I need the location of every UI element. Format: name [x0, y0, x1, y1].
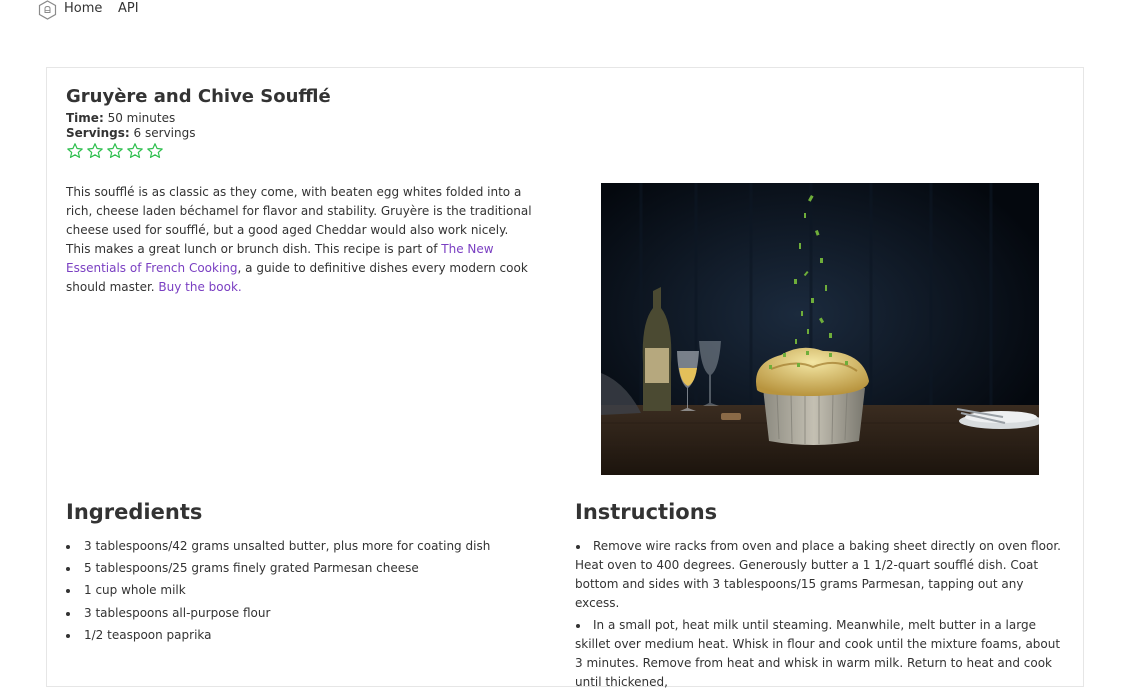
- servings-label: Servings:: [66, 126, 130, 140]
- buy-book-link[interactable]: Buy the book.: [158, 280, 241, 294]
- star-5-icon[interactable]: [146, 142, 164, 160]
- servings-value: 6 servings: [133, 126, 196, 140]
- ingredients-list: 3 tablespoons/42 grams unsalted butter, …: [66, 537, 536, 648]
- recipe-photo: [601, 183, 1039, 475]
- instruction-step: Remove wire racks from oven and place a …: [575, 537, 1070, 613]
- time-label: Time:: [66, 111, 104, 125]
- recipe-description: This soufflé is as classic as they come,…: [66, 183, 536, 297]
- star-4-icon[interactable]: [126, 142, 144, 160]
- recipe-time: Time: 50 minutes: [66, 111, 175, 126]
- star-rating: [66, 142, 164, 160]
- list-item: 1 cup whole milk: [66, 581, 536, 603]
- star-3-icon[interactable]: [106, 142, 124, 160]
- chef-hat-logo-icon[interactable]: [38, 0, 57, 20]
- recipe-title: Gruyère and Chive Soufflé: [66, 86, 331, 107]
- instructions-heading: Instructions: [575, 500, 718, 524]
- nav-link-api[interactable]: API: [118, 1, 139, 17]
- top-navigation: Home API: [0, 0, 1130, 20]
- list-item: 1/2 teaspoon paprika: [66, 626, 536, 648]
- ingredients-heading: Ingredients: [66, 500, 203, 524]
- list-item: 3 tablespoons/42 grams unsalted butter, …: [66, 537, 536, 559]
- instructions-list: Remove wire racks from oven and place a …: [575, 537, 1070, 695]
- time-value: 50 minutes: [107, 111, 176, 125]
- list-item: 3 tablespoons all-purpose flour: [66, 604, 536, 626]
- star-1-icon[interactable]: [66, 142, 84, 160]
- nav-link-home[interactable]: Home: [64, 1, 102, 17]
- instruction-step: In a small pot, heat milk until steaming…: [575, 616, 1070, 692]
- recipe-servings: Servings: 6 servings: [66, 126, 195, 141]
- star-2-icon[interactable]: [86, 142, 104, 160]
- list-item: 5 tablespoons/25 grams finely grated Par…: [66, 559, 536, 581]
